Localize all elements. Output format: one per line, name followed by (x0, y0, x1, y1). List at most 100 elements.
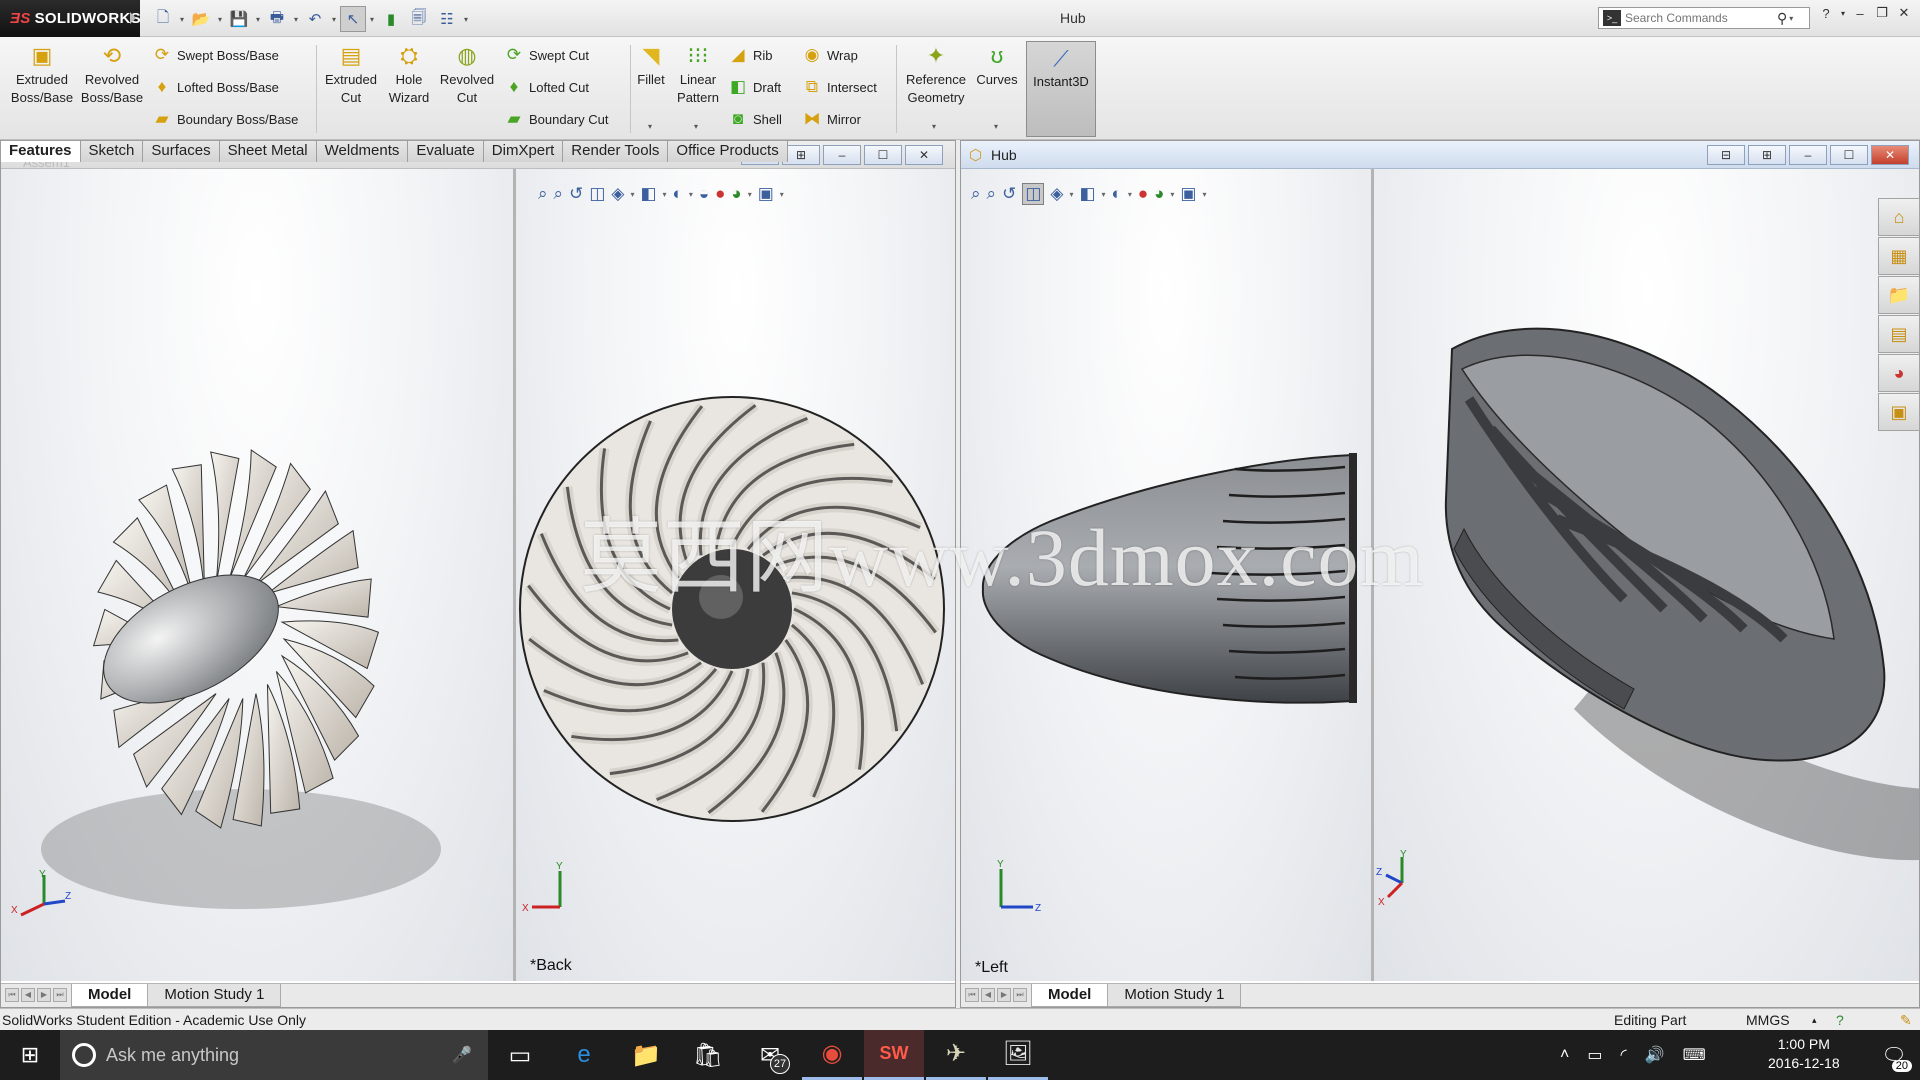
keyboard-icon[interactable]: ⌨ (1683, 1045, 1706, 1065)
zoom-to-fit-icon[interactable]: ⌕ (971, 184, 981, 204)
chevron-down-icon[interactable]: ▾ (1170, 190, 1174, 199)
display-style-icon[interactable]: ◐ (1112, 184, 1122, 204)
chevron-down-icon[interactable]: ▾ (292, 15, 300, 24)
zoom-to-area-icon[interactable]: ⌕ (987, 184, 997, 204)
tab-evaluate[interactable]: Evaluate (407, 140, 484, 162)
display-style-icon[interactable]: ◐ (673, 184, 683, 204)
tab-motion-study[interactable]: Motion Study 1 (147, 984, 282, 1007)
chevron-down-icon[interactable]: ▾ (694, 122, 698, 131)
unit-system[interactable]: MMGS (1746, 1012, 1790, 1028)
chevron-down-icon[interactable]: ▾ (1202, 190, 1206, 199)
save-icon[interactable]: 💾 (226, 6, 252, 32)
tile-vertical-icon[interactable]: ⊞ (1748, 145, 1786, 165)
help-icon[interactable]: ? (1836, 1012, 1844, 1028)
prev-tab-icon[interactable]: ◀ (21, 988, 35, 1002)
mirror-button[interactable]: ⧓ Mirror (802, 107, 861, 131)
chevron-down-icon[interactable]: ▾ (330, 15, 338, 24)
search-commands-box[interactable]: >_ ⚲ ▾ (1598, 7, 1810, 29)
swept-boss-button[interactable]: ⟳ Swept Boss/Base (152, 43, 279, 67)
tab-render-tools[interactable]: Render Tools (562, 140, 669, 162)
undo-icon[interactable]: ↶ (302, 6, 328, 32)
file-properties-icon[interactable]: 🗐 (406, 6, 432, 32)
photos-icon[interactable]: 🖼 (988, 1030, 1048, 1080)
cortana-search[interactable]: Ask me anything 🎤 (60, 1030, 488, 1080)
home-icon[interactable]: ⌂ (1878, 198, 1920, 236)
viewport-back[interactable]: ⌕ ⌕ ↺ ◫ ◈▾ ◧▾ ◐▾ ◒ ● ◕▾ ▣▾ Y X *Bac (516, 169, 955, 981)
view-palette-icon[interactable]: ▤ (1878, 315, 1920, 353)
edit-appearance-icon[interactable]: ● (1138, 184, 1148, 204)
instant3d-toggle[interactable]: ⟋ Instant3D (1026, 41, 1096, 137)
tab-sketch[interactable]: Sketch (79, 140, 144, 162)
tab-dimxpert[interactable]: DimXpert (482, 140, 564, 162)
chevron-down-icon[interactable]: ▾ (1102, 190, 1106, 199)
chevron-down-icon[interactable]: ▾ (780, 190, 784, 199)
close-icon[interactable]: ✕ (1896, 5, 1912, 21)
new-document-icon[interactable]: 🗋 (150, 6, 176, 32)
chevron-down-icon[interactable]: ▾ (178, 15, 186, 24)
magnifier-icon[interactable]: ⚲ (1777, 10, 1787, 27)
draft-button[interactable]: ◧ Draft (728, 75, 781, 99)
chevron-down-icon[interactable]: ▾ (648, 122, 652, 131)
solidworks-logo[interactable]: ƎS SOLIDWORKS (0, 0, 141, 37)
file-explorer-icon[interactable]: 📁 (616, 1030, 676, 1080)
store-icon[interactable]: 🛍 (678, 1030, 738, 1080)
tab-motion-study[interactable]: Motion Study 1 (1107, 984, 1242, 1007)
zoom-to-fit-icon[interactable]: ⌕ (538, 184, 548, 204)
viewport-isometric[interactable]: Y X Z (1, 169, 513, 981)
last-tab-icon[interactable]: ⏭ (1013, 988, 1027, 1002)
restore-icon[interactable]: ❐ (1874, 5, 1890, 21)
chevron-down-icon[interactable]: ▾ (368, 15, 376, 24)
shell-button[interactable]: ◙ Shell (728, 107, 782, 131)
zoom-to-area-icon[interactable]: ⌕ (554, 184, 564, 204)
help-icon[interactable]: ? (1818, 6, 1834, 21)
fillet-button[interactable]: ◥ Fillet (634, 43, 668, 89)
hole-wizard-button[interactable]: ⛭ Hole Wizard (386, 43, 432, 107)
revolved-boss-button[interactable]: ⟲ Revolved Boss/Base (80, 43, 144, 107)
chevron-up-icon[interactable]: ˄ (1560, 1046, 1569, 1064)
tab-features[interactable]: Features (0, 140, 81, 162)
lofted-boss-button[interactable]: ♦ Lofted Boss/Base (152, 75, 279, 99)
dynamic-annotation-icon[interactable]: ◈ (611, 184, 624, 204)
rebuild-icon[interactable]: ▮ (378, 6, 404, 32)
fan-isometric-model[interactable] (1, 169, 513, 981)
view-orientation-icon[interactable]: ◧ (1079, 184, 1095, 204)
chevron-down-icon[interactable]: ▾ (1128, 190, 1132, 199)
windows-start-button[interactable]: ⊞ (0, 1030, 60, 1080)
appearances-icon[interactable]: ◕ (1878, 354, 1920, 392)
chevron-down-icon[interactable]: ▾ (748, 190, 752, 199)
swept-cut-button[interactable]: ⟳ Swept Cut (504, 43, 589, 67)
solidworks-taskbar-icon[interactable]: SW (864, 1030, 924, 1080)
extruded-boss-button[interactable]: ▣ Extruded Boss/Base (8, 43, 76, 107)
volume-icon[interactable]: 🔊 (1645, 1045, 1665, 1065)
maximize-icon[interactable]: ☐ (1830, 145, 1868, 165)
chrome-icon[interactable]: ◉ (802, 1030, 862, 1080)
tab-sheet-metal[interactable]: Sheet Metal (218, 140, 317, 162)
dynamic-annotation-icon[interactable]: ◈ (1050, 184, 1063, 204)
minimize-icon[interactable]: – (823, 145, 861, 165)
tab-office-products[interactable]: Office Products (667, 140, 788, 162)
first-tab-icon[interactable]: ⏮ (965, 988, 979, 1002)
open-folder-icon[interactable]: 📂 (188, 6, 214, 32)
close-icon[interactable]: ✕ (1871, 145, 1909, 165)
reference-geometry-button[interactable]: ✦ Reference Geometry (900, 43, 972, 107)
print-icon[interactable]: 🖶 (264, 6, 290, 32)
tile-horizontal-icon[interactable]: ⊟ (1707, 145, 1745, 165)
chevron-down-icon[interactable]: ▾ (1840, 9, 1846, 18)
edge-browser-icon[interactable]: e (554, 1030, 614, 1080)
chevron-down-icon[interactable]: ▾ (254, 15, 262, 24)
edrawings-icon[interactable]: ✈ (926, 1030, 986, 1080)
edit-appearance-icon[interactable]: ● (715, 184, 725, 204)
view-settings-icon[interactable]: ▣ (1180, 184, 1196, 204)
task-view-icon[interactable]: ▭ (490, 1030, 550, 1080)
lofted-cut-button[interactable]: ♦ Lofted Cut (504, 75, 589, 99)
linear-pattern-button[interactable]: ⁝⁝⁝ Linear Pattern (672, 43, 724, 107)
chevron-down-icon[interactable]: ▾ (689, 190, 693, 199)
tab-weldments[interactable]: Weldments (315, 140, 409, 162)
apply-scene-icon[interactable]: ◕ (731, 184, 741, 204)
next-tab-icon[interactable]: ▶ (37, 988, 51, 1002)
design-library-icon[interactable]: ▦ (1878, 237, 1920, 275)
tab-model[interactable]: Model (1031, 984, 1109, 1007)
tab-model[interactable]: Model (71, 984, 149, 1007)
file-explorer-icon[interactable]: 📁 (1878, 276, 1920, 314)
tip-icon[interactable]: ✎ (1900, 1012, 1912, 1029)
